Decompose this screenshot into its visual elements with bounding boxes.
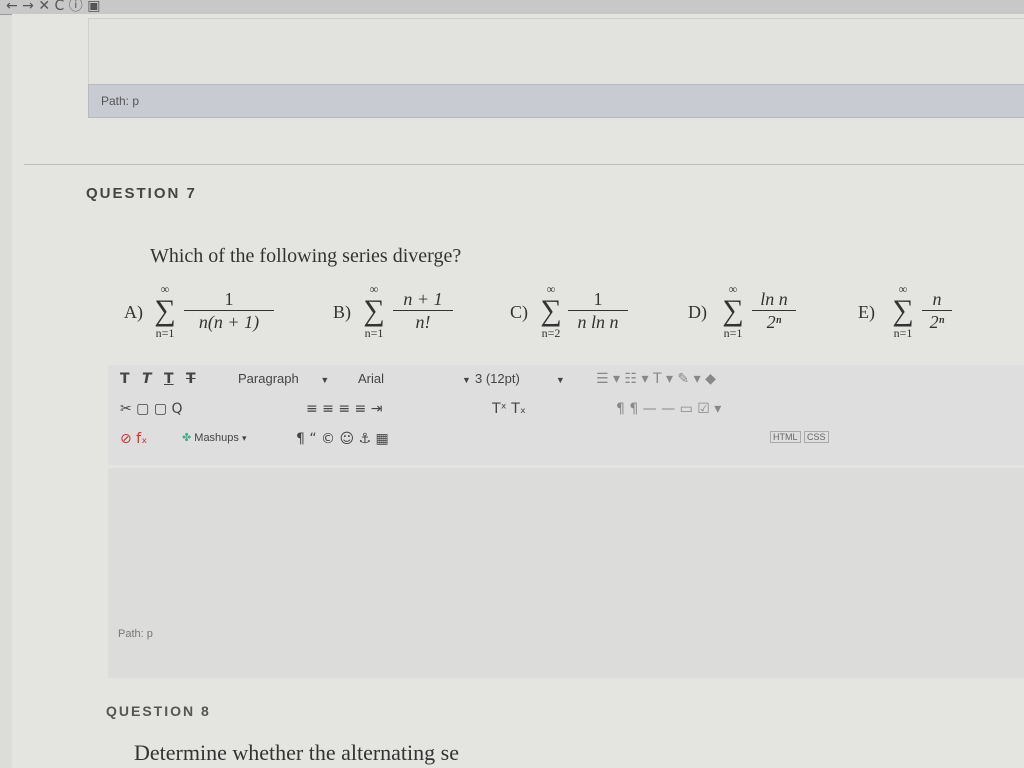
chevron-down-icon: ▼: [555, 375, 565, 385]
browser-toolbar: ← → ✕ C ⓘ ▣: [0, 0, 1024, 15]
choice-a: A) ∞ ∑ n=1 1 n(n + 1): [124, 282, 274, 352]
font-select[interactable]: Arial ▼: [358, 371, 471, 386]
choice-e: E) ∞ ∑ n=1 n 2ⁿ: [858, 282, 968, 352]
strikethrough-button[interactable]: T: [186, 371, 196, 387]
choice-label: A): [124, 302, 143, 322]
align-icons[interactable]: ≡ ≡ ≡ ≡ ⇥: [306, 401, 382, 417]
choice-label: B): [333, 302, 351, 322]
fraction: 1 n(n + 1): [184, 288, 274, 333]
fraction: n + 1 n!: [393, 288, 453, 333]
question-divider: [24, 164, 1024, 165]
question-8-text: Determine whether the alternating se: [134, 740, 459, 765]
chevron-down-icon: ▾: [241, 433, 247, 443]
choice-label: C): [510, 302, 528, 322]
denominator: n!: [415, 312, 431, 332]
question-7-title: QUESTION 7: [86, 185, 197, 202]
numerator: n: [922, 288, 952, 311]
previous-editor-area[interactable]: [88, 18, 1024, 86]
numerator: 1: [568, 288, 628, 311]
sigma-icon: ∞ ∑ n=1: [892, 282, 914, 340]
symbol-icons[interactable]: ¶ “ © ☺ ⚓ ▦: [296, 431, 389, 447]
misc-format-icons[interactable]: ¶ ¶ — — ▭ ☑ ▾: [616, 401, 721, 417]
chevron-down-icon: ▼: [462, 375, 471, 385]
fraction: ln n 2ⁿ: [752, 288, 796, 333]
sigma-icon: ∞ ∑ n=2: [540, 282, 562, 340]
italic-button[interactable]: T: [142, 371, 152, 387]
puzzle-icon: ✤: [182, 432, 192, 444]
browser-nav-icons[interactable]: ← → ✕ C ⓘ ▣: [6, 0, 100, 13]
denominator: n(n + 1): [198, 312, 260, 332]
underline-button[interactable]: T: [164, 371, 174, 387]
sigma-icon: ∞ ∑ n=1: [722, 282, 744, 340]
paragraph-select[interactable]: Paragraph ▼: [238, 371, 329, 386]
superscript-subscript-icons[interactable]: Tˣ Tₓ: [492, 401, 526, 417]
choice-label: D): [688, 302, 707, 322]
question-7-text: Which of the following series diverge?: [150, 245, 462, 267]
toolbar-row-3: ⊘ fₓ ✤ Mashups ▾ ¶ “ © ☺ ⚓ ▦ HTML CSS: [120, 425, 1020, 453]
choice-d: D) ∞ ∑ n=1 ln n 2ⁿ: [688, 282, 808, 352]
question-8-title: QUESTION 8: [106, 703, 211, 719]
numerator: 1: [184, 288, 274, 311]
bold-button[interactable]: T: [120, 371, 130, 387]
mashups-button[interactable]: ✤ Mashups ▾: [182, 431, 247, 444]
insert-icons[interactable]: ⊘ fₓ: [120, 431, 147, 447]
html-button[interactable]: HTML: [770, 431, 801, 443]
previous-path-label: Path: p: [101, 94, 140, 108]
choice-label: E): [858, 302, 875, 322]
font-size-select[interactable]: 3 (12pt) ▼: [475, 371, 565, 386]
choice-b: B) ∞ ∑ n=1 n + 1 n!: [333, 282, 453, 352]
sigma-icon: ∞ ∑ n=1: [363, 282, 385, 340]
numerator: n + 1: [393, 288, 453, 311]
editor-toolbar: T T T T Paragraph ▼ Arial ▼ 3 (12pt) ▼ ☰ ▾…: [108, 365, 1024, 465]
denominator: n ln n: [577, 312, 619, 332]
fraction: n 2ⁿ: [922, 288, 952, 333]
list-format-icons[interactable]: ☰ ▾ ☷ ▾ T ▾ ✎ ▾ ◆: [596, 371, 716, 387]
numerator: ln n: [752, 288, 796, 311]
editor-path-label: Path: p: [118, 628, 153, 640]
denominator: 2ⁿ: [766, 312, 782, 332]
fraction: 1 n ln n: [568, 288, 628, 333]
sigma-icon: ∞ ∑ n=1: [154, 282, 176, 340]
choice-c: C) ∞ ∑ n=2 1 n ln n: [510, 282, 630, 352]
previous-path-bar: Path: p: [88, 84, 1024, 118]
cut-copy-paste-icons[interactable]: ✂ ▢ ▢ Q: [120, 401, 183, 417]
toolbar-row-1: T T T T Paragraph ▼ Arial ▼ 3 (12pt) ▼ ☰ ▾…: [120, 365, 1020, 393]
toolbar-row-2: ✂ ▢ ▢ Q ≡ ≡ ≡ ≡ ⇥ Tˣ Tₓ ¶ ¶ — — ▭ ☑ ▾: [120, 395, 1020, 423]
denominator: 2ⁿ: [929, 312, 945, 332]
answer-editor[interactable]: [108, 468, 1024, 678]
chevron-down-icon: ▼: [320, 375, 330, 385]
css-button[interactable]: CSS: [804, 431, 829, 443]
